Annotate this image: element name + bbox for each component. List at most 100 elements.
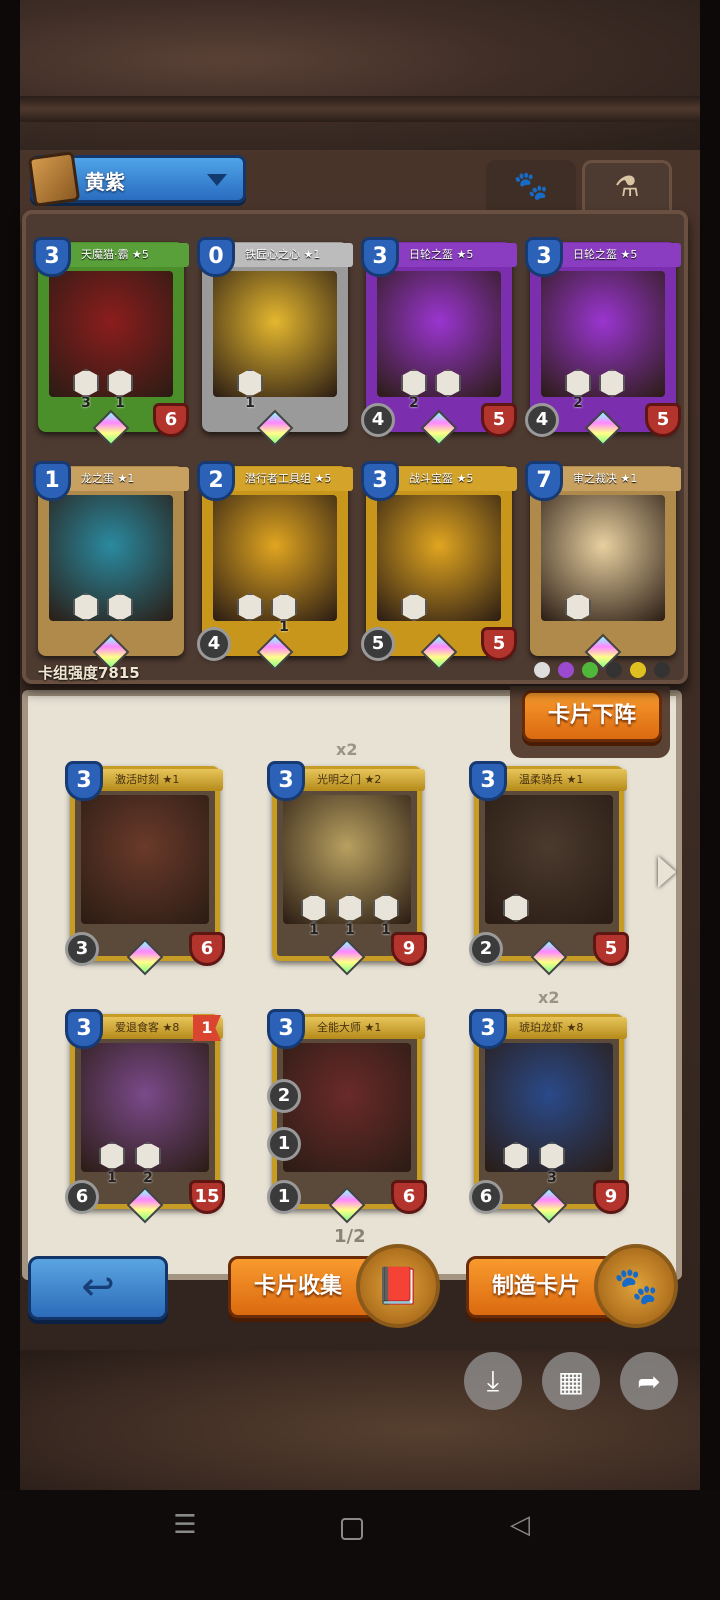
card-stars: ★5 <box>620 248 638 261</box>
deck-card[interactable]: 日轮之盔 ★5 3 4 5 2 <box>361 237 517 447</box>
card-name-ribbon: 审之裁决 ★1 <box>555 467 681 491</box>
tab-items[interactable]: ⚗ <box>582 160 672 210</box>
card-art <box>81 795 209 924</box>
card-name-ribbon: 温柔骑兵 ★1 <box>497 769 627 791</box>
faction-icon <box>654 662 670 678</box>
card-cost: 3 <box>65 761 103 801</box>
card-name: 爱退食客 <box>115 1021 159 1034</box>
skill-level: 1 <box>115 395 125 411</box>
collection-card[interactable]: 琥珀龙虾 ★8 3 96 3 <box>469 1009 629 1224</box>
home-icon <box>341 1518 363 1540</box>
collection-card[interactable]: 爱退食客 ★8 3 15 6 1 21 <box>65 1009 225 1224</box>
rarity-gem-icon <box>420 409 458 447</box>
card-stars: ★5 <box>132 248 149 261</box>
card-name: 审之裁决 <box>573 472 617 485</box>
deck-selector-dropdown[interactable]: 黄紫 <box>27 151 246 207</box>
card-stars: ★5 <box>314 472 332 485</box>
faction-icon <box>558 662 574 678</box>
rarity-gem-icon <box>256 409 294 447</box>
card-name-ribbon: 战斗宝盔 ★5 <box>391 467 517 491</box>
card-cost: 3 <box>33 237 71 277</box>
rarity-gem-icon <box>584 409 622 447</box>
card-name: 光明之门 <box>317 773 361 786</box>
card-stars: ★1 <box>303 248 321 261</box>
skill-level: 2 <box>573 395 583 411</box>
card-stars: ★5 <box>456 248 474 261</box>
card-cost: 3 <box>267 761 305 801</box>
card-stars: ★1 <box>620 472 638 485</box>
card-attack: 4 <box>361 403 395 437</box>
share-icon[interactable]: ➦ <box>620 1352 678 1410</box>
deck-card[interactable]: 龙之蛋 ★1 1 <box>33 461 189 671</box>
deck-book-icon <box>27 151 81 207</box>
card-cost: 0 <box>197 237 235 277</box>
potion-icon: ⚗ <box>614 170 640 203</box>
collection-card[interactable]: 光明之门 ★2 3 9 1 1 1 <box>267 761 427 976</box>
deck-card[interactable]: 铁匠心之心 ★1 0 1 <box>197 237 353 447</box>
card-health: 6 <box>153 403 189 437</box>
skill-level: 1 <box>345 922 355 938</box>
card-name: 全能大师 <box>317 1021 361 1034</box>
card-attack: 6 <box>65 1180 99 1214</box>
skill-level: 1 <box>381 922 391 938</box>
deck-card[interactable]: 潜行者工具组 ★5 2 4 1 <box>197 461 353 671</box>
card-cost: 7 <box>525 461 563 501</box>
card-name: 温柔骑兵 <box>519 773 563 786</box>
card-side-stat: 2 <box>267 1079 301 1113</box>
chevron-down-icon <box>207 174 227 186</box>
card-name: 日轮之盔 <box>409 248 453 261</box>
download-icon[interactable]: ⤓ <box>464 1352 522 1410</box>
deck-strength: 卡组强度7815 <box>38 664 140 682</box>
card-name-ribbon: 日轮之盔 ★5 <box>555 243 681 267</box>
skill-level: 1 <box>245 395 255 411</box>
card-health: 5 <box>481 627 517 661</box>
card-cost: 3 <box>361 461 399 501</box>
collection-card[interactable]: 温柔骑兵 ★1 3 52 <box>469 761 629 976</box>
collection-card[interactable]: 全能大师 ★1 3 6121 <box>267 1009 427 1224</box>
card-stars: ★1 <box>364 1021 382 1034</box>
page-indicator: 1/2 <box>334 1226 366 1247</box>
deck-card[interactable]: 日轮之盔 ★5 3 4 5 2 <box>525 237 681 447</box>
card-stars: ★8 <box>566 1021 584 1034</box>
skill-level: 2 <box>409 395 419 411</box>
card-cost: 3 <box>267 1009 305 1049</box>
back-button[interactable]: ↩ <box>28 1256 168 1320</box>
wood-beam <box>20 96 700 122</box>
card-name: 天魔猫·霸 <box>81 248 129 261</box>
faction-icon <box>606 662 622 678</box>
deck-name: 黄紫 <box>85 170 125 194</box>
collection-card[interactable]: 激活时刻 ★1 3 63 <box>65 761 225 976</box>
card-attack: 6 <box>469 1180 503 1214</box>
card-attack: 5 <box>361 627 395 661</box>
paw-potion-icon[interactable]: 🐾 <box>594 1244 678 1328</box>
card-name-ribbon: 天魔猫·霸 ★5 <box>63 243 189 267</box>
deck-card[interactable]: 天魔猫·霸 ★5 3 6 3 1 <box>33 237 189 447</box>
faction-icon <box>582 662 598 678</box>
unequip-card-button[interactable]: 卡片下阵 <box>522 690 662 742</box>
card-name-ribbon: 日轮之盔 ★5 <box>391 243 517 267</box>
card-name-ribbon: 琥珀龙虾 ★8 <box>497 1017 627 1039</box>
card-art <box>377 495 501 621</box>
home-button[interactable] <box>332 1510 372 1550</box>
card-name: 战斗宝盔 <box>409 472 453 485</box>
card-name: 潜行者工具组 <box>245 472 311 485</box>
skill-level: 3 <box>547 1170 557 1186</box>
tab-creatures[interactable]: 🐾 <box>486 160 576 210</box>
card-cost: 3 <box>469 1009 507 1049</box>
faction-icons <box>534 662 670 678</box>
card-cost: 1 <box>33 461 71 501</box>
deck-card[interactable]: 审之裁决 ★1 7 <box>525 461 681 671</box>
skill-level: 3 <box>81 395 91 411</box>
card-book-icon[interactable]: 📕 <box>356 1244 440 1328</box>
grid-icon[interactable]: ▦ <box>542 1352 600 1410</box>
back-nav-icon[interactable]: ◁ <box>500 1510 540 1540</box>
menu-icon[interactable]: ☰ <box>165 1510 205 1540</box>
card-name-ribbon: 铁匠心之心 ★1 <box>227 243 353 267</box>
card-name: 铁匠心之心 <box>245 248 300 261</box>
next-page-arrow-icon[interactable] <box>658 856 676 888</box>
card-name: 龙之蛋 <box>81 472 114 485</box>
deck-card[interactable]: 战斗宝盔 ★5 3 5 5 <box>361 461 517 671</box>
card-stars: ★2 <box>364 773 382 786</box>
rarity-gem-icon <box>256 633 294 671</box>
card-side-stat: 1 <box>267 1127 301 1161</box>
